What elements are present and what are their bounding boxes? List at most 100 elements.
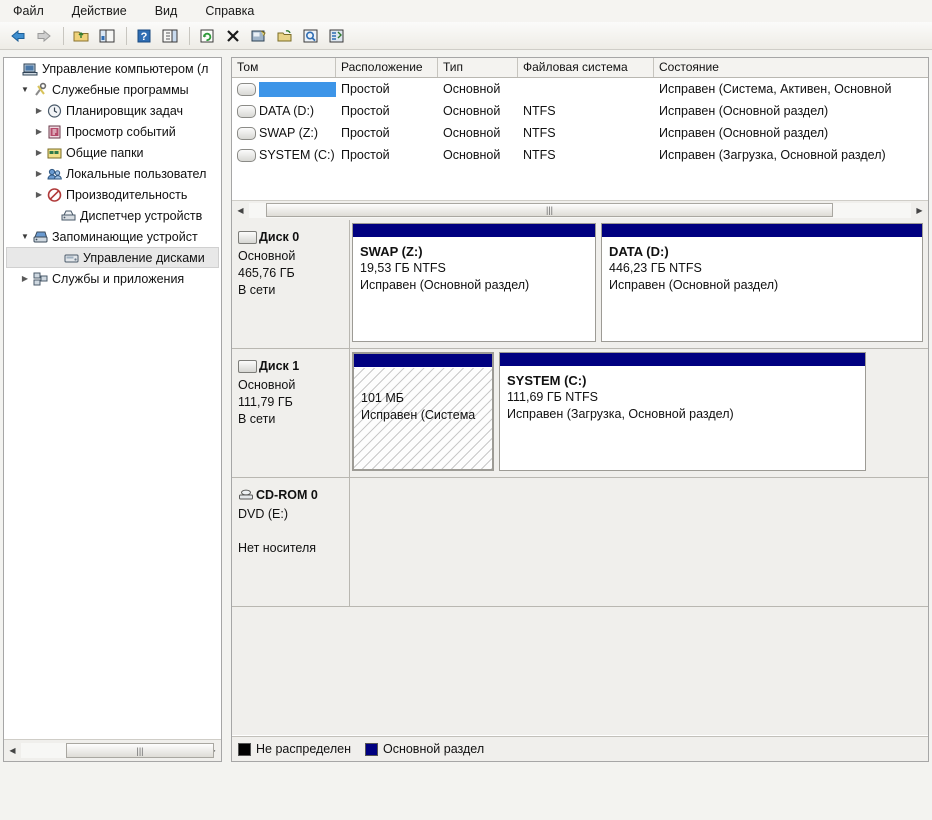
svg-text:?: ? [141,31,148,43]
disk-size: 465,76 ГБ [238,266,295,280]
disk-row[interactable]: Диск 0 Основной 465,76 ГБ В сети SWAP (Z… [232,220,928,349]
cell-location: Простой [341,82,390,96]
partition-status: Исправен (Система [361,408,476,422]
scroll-left-icon[interactable]: ◀ [232,202,249,219]
help-icon[interactable]: ? [132,24,156,48]
open-folder-icon[interactable] [273,24,297,48]
cell-status: Исправен (Загрузка, Основной раздел) [659,148,886,162]
partition-details: SYSTEM (C:) 111,69 ГБ NTFS Исправен (Заг… [500,367,865,470]
column-header-type[interactable]: Тип [438,58,518,77]
scrollbar-track[interactable]: ||| [249,203,911,218]
table-row[interactable]: Простой Основной Исправен (Система, Акти… [232,78,928,100]
expander-closed-icon[interactable]: ▶ [32,148,46,157]
disk-info-panel[interactable]: Диск 1 Основной 111,79 ГБ В сети [232,349,350,477]
tree-item-label: Планировщик задач [66,103,184,118]
computer-management-window: Файл Действие Вид Справка ? Управление к… [0,0,932,820]
refresh-icon[interactable] [195,24,219,48]
cell-type: Основной [443,82,501,96]
search-icon[interactable] [299,24,323,48]
disk-info-panel[interactable]: CD-ROM 0 DVD (E:) Нет носителя [232,478,350,606]
expander-closed-icon[interactable]: ▶ [32,106,46,115]
cell-type: Основной [443,126,501,140]
cell-volume[interactable]: SYSTEM (C:) [232,148,336,162]
disk-type: Основной [238,378,296,392]
tree-item-local-users-and-groups[interactable]: ▶ Локальные пользовател [4,163,221,184]
rescan-disks-icon[interactable] [325,24,349,48]
column-header-volume[interactable]: Том [232,58,336,77]
tree-item-label: Управление дисками [83,250,205,265]
column-header-status[interactable]: Состояние [654,58,926,77]
table-row[interactable]: DATA (D:) Простой Основной NTFS Исправен… [232,100,928,122]
tree-item-label: Производительность [66,187,188,202]
tree-item-event-viewer[interactable]: ▶ Просмотр событий [4,121,221,142]
expander-open-icon[interactable]: ▼ [18,85,32,94]
toolbar-separator [189,26,190,45]
cell-volume[interactable]: SWAP (Z:) [232,126,336,140]
scroll-left-icon[interactable]: ◀ [4,742,21,759]
no-media-area[interactable] [352,481,922,600]
table-row[interactable]: SWAP (Z:) Простой Основной NTFS Исправен… [232,122,928,144]
tree-item-label: Диспетчер устройств [80,208,203,223]
column-header-location[interactable]: Расположение [336,58,438,77]
tree-item-storage[interactable]: ▼ Запоминающие устройст [4,226,221,247]
tree-item-computer-management[interactable]: Управление компьютером (л [4,58,221,79]
up-folder-icon[interactable] [69,24,93,48]
tree-item-shared-folders[interactable]: ▶ Общие папки [4,142,221,163]
partition-color-band [353,224,595,238]
scrollbar-thumb[interactable]: ||| [266,203,833,217]
disk-row[interactable]: Диск 1 Основной 111,79 ГБ В сети 101 МБ … [232,349,928,478]
performance-icon [46,187,63,203]
partition-block[interactable]: SYSTEM (C:) 111,69 ГБ NTFS Исправен (Заг… [499,352,866,471]
menu-item-action[interactable]: Действие [69,3,130,19]
partition-block[interactable]: SWAP (Z:) 19,53 ГБ NTFS Исправен (Основн… [352,223,596,342]
volume-list-header: Том Расположение Тип Файловая система Со… [232,58,928,78]
cell-volume[interactable] [232,81,336,97]
tree-item-device-manager[interactable]: Диспетчер устройств [4,205,221,226]
cell-volume[interactable]: DATA (D:) [232,104,336,118]
volume-list-horizontal-scrollbar[interactable]: ◀ ||| ▶ [232,200,928,221]
scroll-right-icon[interactable]: ▶ [911,202,928,219]
partition-color-band [602,224,922,238]
disk-management-pane: Том Расположение Тип Файловая система Со… [231,57,929,762]
expander-closed-icon[interactable]: ▶ [32,127,46,136]
expander-closed-icon[interactable]: ▶ [18,274,32,283]
menu-item-view[interactable]: Вид [152,3,181,19]
partition-status: Исправен (Основной раздел) [609,278,779,292]
delete-icon[interactable] [221,24,245,48]
tree-item-task-scheduler[interactable]: ▶ Планировщик задач [4,100,221,121]
tree-item-services-and-applications[interactable]: ▶ Службы и приложения [4,268,221,289]
tree-item-label: Просмотр событий [66,124,176,139]
cell-file-system: NTFS [523,104,556,118]
volume-icon [237,126,256,140]
tree-item-disk-management[interactable]: Управление дисками [6,247,219,268]
volume-label: SYSTEM (C:) [259,148,335,162]
expander-closed-icon[interactable]: ▶ [32,169,46,178]
show-action-pane-icon[interactable] [158,24,182,48]
partition-block[interactable]: 101 МБ Исправен (Система [352,352,494,471]
tree-item-label: Локальные пользовател [66,166,207,181]
back-arrow-icon[interactable] [6,24,30,48]
menu-item-file[interactable]: Файл [10,3,47,19]
scrollbar-track[interactable]: ||| [21,743,214,758]
properties-icon[interactable] [247,24,271,48]
expander-open-icon[interactable]: ▼ [18,232,32,241]
column-header-file-system[interactable]: Файловая система [518,58,654,77]
console-tree-horizontal-scrollbar[interactable]: ◀ ||| ▶ [4,739,221,761]
cell-location: Простой [341,126,390,140]
table-row[interactable]: SYSTEM (C:) Простой Основной NTFS Исправ… [232,144,928,166]
services-icon [32,271,49,287]
tree-item-label: Запоминающие устройст [52,229,198,244]
show-console-tree-icon[interactable] [95,24,119,48]
disk-info-panel[interactable]: Диск 0 Основной 465,76 ГБ В сети [232,220,350,348]
disk-row[interactable]: CD-ROM 0 DVD (E:) Нет носителя [232,478,928,607]
disk-state: В сети [238,283,276,297]
volume-icon [237,82,256,96]
partition-name: SWAP (Z:) [360,244,423,259]
scrollbar-thumb[interactable]: ||| [66,743,214,758]
forward-arrow-icon[interactable] [32,24,56,48]
tree-item-system-tools[interactable]: ▼ Служебные программы [4,79,221,100]
menu-item-help[interactable]: Справка [202,3,257,19]
expander-closed-icon[interactable]: ▶ [32,190,46,199]
partition-block[interactable]: DATA (D:) 446,23 ГБ NTFS Исправен (Основ… [601,223,923,342]
tree-item-performance[interactable]: ▶ Производительность [4,184,221,205]
